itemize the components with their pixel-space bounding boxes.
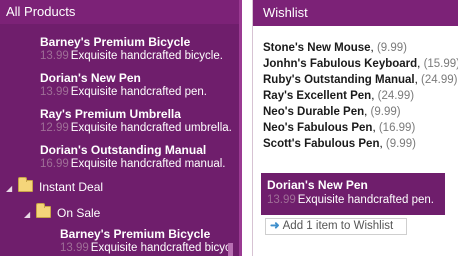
panel-divider xyxy=(239,0,242,256)
subcategory-label: On Sale xyxy=(57,206,101,220)
product-desc: Exquisite handcrafted pen. xyxy=(70,86,207,98)
product-item[interactable]: Barney's Premium Bicycle 13.99 Exquisite … xyxy=(60,227,228,255)
all-products-header: All Products xyxy=(0,0,239,24)
product-item[interactable]: Dorian's New Pen 13.99 Exquisite handcraf… xyxy=(40,71,236,99)
selected-product-card[interactable]: Dorian's New Pen 13.99 Exquisite handcraf… xyxy=(261,173,445,215)
wish-name: Neo's Fabulous Pen xyxy=(263,122,373,134)
wishlist-items: Stone's New Mouse, (9.99) Jonhn's Fabulo… xyxy=(263,42,458,154)
product-price: 12.99 xyxy=(40,122,69,134)
wish-price: (24.99) xyxy=(377,90,415,102)
wish-name: Ruby's Outstanding Manual xyxy=(263,74,415,86)
wish-price: (16.99) xyxy=(378,122,416,134)
wish-name: Scott's Fabulous Pen xyxy=(263,138,380,150)
folder-icon xyxy=(36,203,51,218)
wish-price: (9.99) xyxy=(370,106,401,118)
product-price: 16.99 xyxy=(40,158,69,170)
wish-name: Stone's New Mouse xyxy=(263,42,371,54)
wish-price: (15.99) xyxy=(423,58,458,70)
add-button-label: Add 1 item to Wishlist xyxy=(282,220,394,232)
category-label: Instant Deal xyxy=(39,180,104,194)
wish-name: Neo's Durable Pen xyxy=(263,106,365,118)
product-desc: Exquisite handcrafted bicycle. xyxy=(70,50,223,62)
wishlist-header: Wishlist xyxy=(253,0,458,26)
wish-name: Jonhn's Fabulous Keyboard xyxy=(263,58,418,70)
expanded-triangle-icon[interactable]: ◢ xyxy=(6,184,18,193)
wishlist-item[interactable]: Scott's Fabulous Pen, (9.99) xyxy=(263,138,458,154)
product-name: Ray's Premium Umbrella xyxy=(40,107,181,121)
wishlist-item[interactable]: Jonhn's Fabulous Keyboard, (15.99) xyxy=(263,58,458,74)
product-price: 13.99 xyxy=(40,86,69,98)
tree-node-on-sale[interactable]: ◢ On Sale xyxy=(24,203,101,220)
all-products-panel: All Products Barney's Premium Bicycle 13… xyxy=(0,0,239,256)
wishlist-item[interactable]: Stone's New Mouse, (9.99) xyxy=(263,42,458,58)
add-to-wishlist-button[interactable]: ➜ Add 1 item to Wishlist xyxy=(265,218,407,235)
tree-node-instant-deal[interactable]: ◢ Instant Deal xyxy=(6,177,104,194)
folder-icon xyxy=(18,177,33,192)
product-desc: Exquisite handcrafted manual. xyxy=(70,158,226,170)
product-name: Barney's Premium Bicycle xyxy=(40,35,191,49)
selected-product-price: 13.99 xyxy=(267,194,296,206)
wishlist-item[interactable]: Ruby's Outstanding Manual, (24.99) xyxy=(263,74,458,90)
selected-product-desc: Exquisite handcrafted pen. xyxy=(297,194,434,206)
wishlist-item[interactable]: Neo's Fabulous Pen, (16.99) xyxy=(263,122,458,138)
wishlist-item[interactable]: Neo's Durable Pen, (9.99) xyxy=(263,106,458,122)
arrow-right-icon: ➜ xyxy=(270,220,280,232)
wishlist-panel: Wishlist Stone's New Mouse, (9.99) Jonhn… xyxy=(252,0,458,256)
product-price: 13.99 xyxy=(40,50,69,62)
wish-price: (9.99) xyxy=(385,138,416,150)
product-name: Dorian's Outstanding Manual xyxy=(40,143,207,157)
product-item[interactable]: Ray's Premium Umbrella 12.99 Exquisite ha… xyxy=(40,107,236,135)
product-item[interactable]: Dorian's Outstanding Manual 16.99 Exquisi… xyxy=(40,143,236,171)
product-desc: Exquisite handcrafted bicycle. xyxy=(90,242,228,254)
selected-product-name: Dorian's New Pen xyxy=(267,178,368,192)
wish-price: (24.99) xyxy=(421,74,458,86)
wish-price: (9.99) xyxy=(376,42,407,54)
wish-name: Ray's Excellent Pen xyxy=(263,90,372,102)
product-item[interactable]: Barney's Premium Bicycle 13.99 Exquisite … xyxy=(40,35,236,63)
product-price: 13.99 xyxy=(60,242,89,254)
wishlist-item[interactable]: Ray's Excellent Pen, (24.99) xyxy=(263,90,458,106)
product-name: Dorian's New Pen xyxy=(40,71,141,85)
product-name: Barney's Premium Bicycle xyxy=(60,227,211,241)
expanded-triangle-icon[interactable]: ◢ xyxy=(24,210,36,219)
product-desc: Exquisite handcrafted umbrella. xyxy=(70,122,232,134)
scrollbar-thumb[interactable] xyxy=(228,243,233,256)
